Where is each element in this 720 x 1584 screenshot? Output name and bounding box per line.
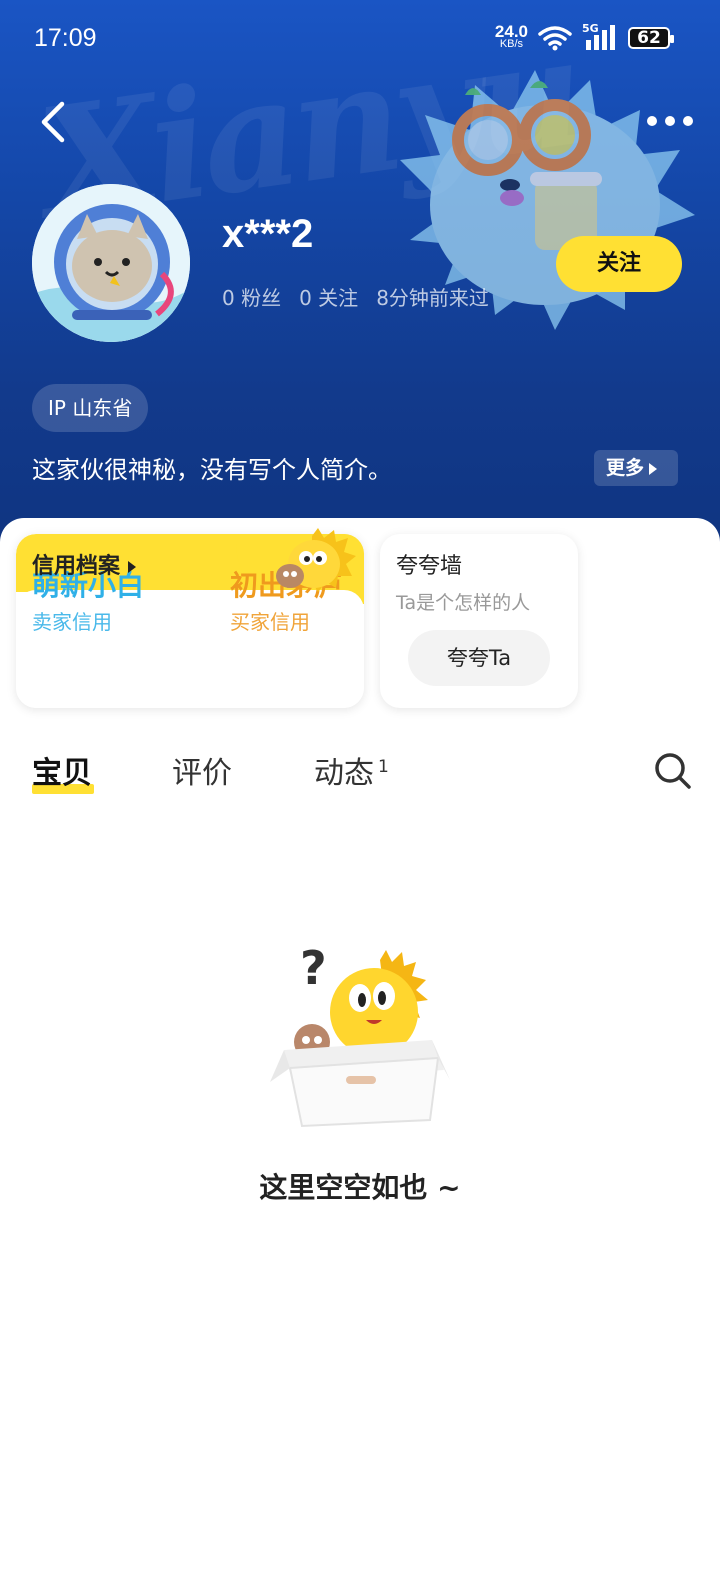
fans-count[interactable]: 0 粉丝 (222, 282, 281, 311)
avatar[interactable] (32, 184, 190, 342)
credit-title-label: 信用档案 (32, 554, 121, 579)
praise-wall-card: 夸夸墙 Ta是个怎样的人 夸夸Ta (380, 534, 578, 708)
battery-icon: 62 (628, 27, 674, 49)
tab-moments-badge: 1 (378, 757, 389, 777)
last-seen: 8分钟前来过 (376, 286, 489, 310)
svg-text:?: ? (300, 941, 327, 995)
follow-button[interactable]: 关注 (556, 236, 682, 292)
praise-button[interactable]: 夸夸Ta (408, 630, 550, 686)
tab-reviews[interactable]: 评价 (172, 748, 232, 792)
praise-wall-subtitle: Ta是个怎样的人 (396, 592, 531, 614)
net-speed: 24.0 KB/s (494, 22, 528, 51)
following-count[interactable]: 0 关注 (299, 282, 358, 311)
more-dots-icon[interactable] (642, 104, 698, 138)
tab-moments[interactable]: 动态 1 (314, 748, 389, 792)
net-speed-unit: KB/s (499, 38, 524, 50)
status-time: 17:09 (34, 24, 97, 52)
praise-wall-title: 夸夸墙 (396, 554, 463, 579)
username: x***2 (222, 212, 314, 256)
buyer-credit-label: 买家信用 (230, 610, 310, 634)
tab-reviews-label: 评价 (172, 756, 232, 791)
tab-items-label: 宝贝 (32, 756, 92, 791)
credit-title[interactable]: 信用档案 (32, 548, 137, 580)
bio-text: 这家伙很神秘，没有写个人简介。 (32, 456, 392, 484)
back-arrow-icon[interactable] (34, 98, 74, 146)
net-speed-value: 24.0 (494, 22, 528, 41)
tab-items[interactable]: 宝贝 (32, 748, 94, 794)
triangle-right-icon (649, 462, 658, 475)
more-label: 更多 (606, 457, 645, 479)
network-type: 5G (582, 22, 599, 35)
wifi-icon (538, 26, 572, 51)
triangle-right-icon (128, 561, 137, 573)
ip-location-chip: IP 山东省 (32, 384, 149, 432)
search-icon[interactable] (654, 752, 692, 790)
profile-stats: 0 粉丝 0 关注 8分钟前来过 (222, 282, 489, 311)
signal-icon: 5G (582, 22, 618, 52)
status-icons: 24.0 KB/s 5G 62 (494, 22, 674, 54)
seller-credit-label: 卖家信用 (32, 610, 112, 634)
avatar-image (32, 184, 190, 342)
tab-moments-label: 动态 (314, 756, 374, 791)
empty-box-illustration: ? (270, 941, 450, 1128)
profile-header: Xianyu 17:09 24.0 KB/s 5G 62 x***2 0 粉丝 … (0, 0, 720, 560)
more-bio-button[interactable]: 更多 (594, 450, 678, 486)
empty-state-text: 这里空空如也 ~ (259, 1171, 461, 1204)
credit-mascot-icon (276, 528, 356, 592)
